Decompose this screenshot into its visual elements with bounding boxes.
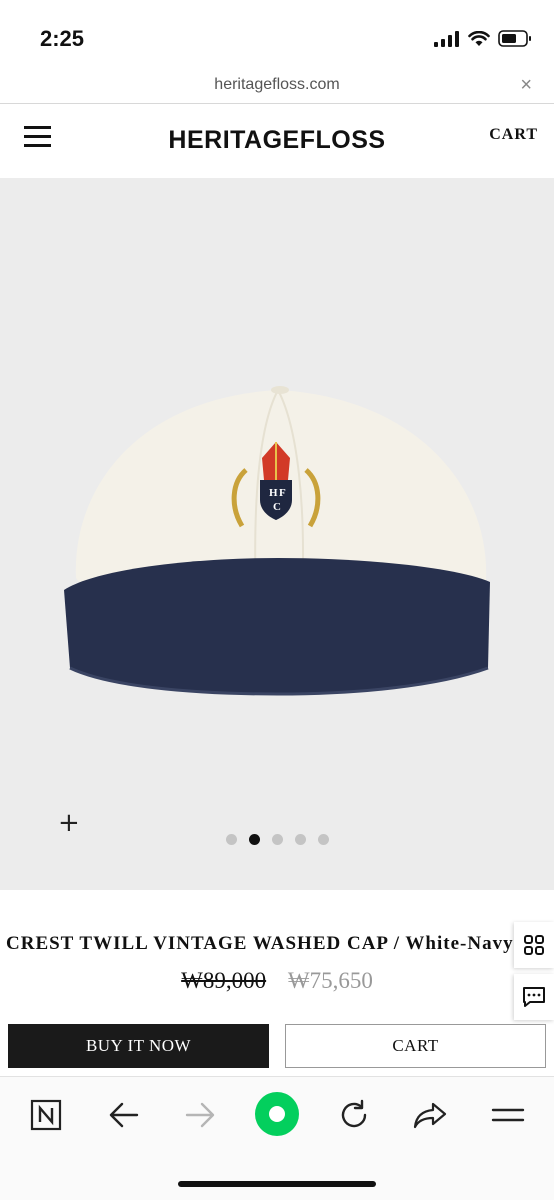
price-row: ₩89,000 ₩75,650 <box>0 968 554 994</box>
battery-icon <box>498 30 531 47</box>
gallery-dot[interactable] <box>248 834 260 845</box>
gallery-dot[interactable] <box>271 834 283 845</box>
product-image-gallery[interactable]: H F C + <box>0 178 554 890</box>
browser-toolbar <box>0 1076 554 1200</box>
gallery-dot[interactable] <box>317 834 329 845</box>
forward-arrow-icon[interactable] <box>178 1093 222 1137</box>
buy-now-button[interactable]: BUY IT NOW <box>8 1024 269 1068</box>
share-icon[interactable] <box>408 1093 452 1137</box>
status-bar: 2:25 <box>0 0 554 72</box>
grid-icon[interactable] <box>514 922 554 968</box>
price-original: ₩89,000 <box>181 968 267 993</box>
svg-text:H: H <box>269 487 278 499</box>
home-indicator <box>178 1181 376 1187</box>
status-icons <box>434 30 532 47</box>
close-icon[interactable]: × <box>520 74 532 97</box>
product-title: CREST TWILL VINTAGE WASHED CAP / White-N… <box>6 933 514 954</box>
cap-image: H F C <box>64 386 490 696</box>
status-time: 2:25 <box>40 26 85 51</box>
chat-icon[interactable] <box>514 974 554 1020</box>
green-dot-icon[interactable] <box>254 1091 300 1137</box>
svg-text:F: F <box>279 487 286 499</box>
gallery-dot[interactable] <box>225 834 237 845</box>
url-text[interactable]: heritagefloss.com <box>0 76 554 94</box>
add-to-cart-button[interactable]: CART <box>285 1024 546 1068</box>
svg-text:C: C <box>273 501 281 513</box>
back-arrow-icon[interactable] <box>102 1093 146 1137</box>
wifi-icon <box>468 30 490 46</box>
site-header: HERITAGEFLOSS CART <box>0 104 554 178</box>
header-cart-link[interactable]: CART <box>489 126 538 144</box>
naver-n-icon[interactable] <box>24 1093 68 1137</box>
signal-icon <box>434 30 459 47</box>
url-bar[interactable]: heritagefloss.com × <box>0 72 554 104</box>
gallery-dot[interactable] <box>294 834 306 845</box>
site-logo[interactable]: HERITAGEFLOSS <box>0 126 554 155</box>
price-sale: ₩75,650 <box>287 968 373 993</box>
gallery-dots <box>0 834 554 845</box>
menu-lines-icon[interactable] <box>486 1093 530 1137</box>
reload-icon[interactable] <box>332 1093 376 1137</box>
